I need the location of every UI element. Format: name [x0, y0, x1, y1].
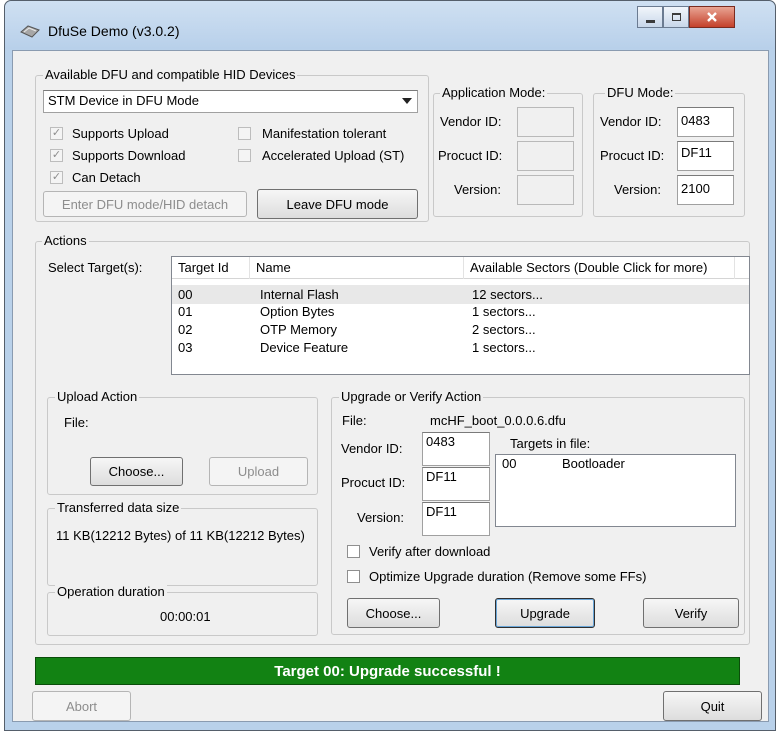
supports-download-label: Supports Download: [72, 148, 186, 163]
actions-group-label: Actions: [42, 233, 89, 248]
target-sectors-cell: 1 sectors...: [472, 304, 536, 319]
app-vendor-label: Vendor ID:: [440, 114, 502, 129]
dfu-version-field[interactable]: 2100: [677, 175, 734, 205]
close-button[interactable]: [689, 6, 735, 28]
app-version-field[interactable]: [517, 175, 574, 205]
target-sectors-cell: 2 sectors...: [472, 322, 536, 337]
can-detach-checkbox[interactable]: ✓: [50, 171, 63, 184]
upgrade-version-field[interactable]: DF11: [422, 502, 490, 536]
upgrade-file-name: mcHF_boot_0.0.0.6.dfu: [430, 413, 566, 428]
upgrade-file-label: File:: [342, 413, 367, 428]
quit-button[interactable]: Quit: [663, 691, 762, 721]
upload-choose-button[interactable]: Choose...: [90, 457, 183, 486]
select-target-label: Select Target(s):: [48, 260, 143, 275]
column-header-name[interactable]: Name: [250, 257, 464, 279]
manifestation-tolerant-label: Manifestation tolerant: [262, 126, 387, 141]
targets-in-file-list[interactable]: 00 Bootloader: [495, 454, 736, 527]
supports-download-checkbox[interactable]: ✓: [50, 149, 63, 162]
file-target-name: Bootloader: [562, 456, 625, 471]
target-sectors-cell: 1 sectors...: [472, 340, 536, 355]
file-target-id: 00: [502, 456, 517, 471]
dfu-vendor-field[interactable]: 0483: [677, 107, 734, 137]
target-id-cell: 02: [178, 322, 193, 337]
verify-after-download-label: Verify after download: [369, 544, 491, 559]
target-name-cell: OTP Memory: [260, 322, 338, 337]
upgrade-vendor-label: Vendor ID:: [341, 441, 403, 456]
devices-group-label: Available DFU and compatible HID Devices: [43, 67, 298, 82]
transferred-group: [47, 508, 318, 586]
minimize-icon: [646, 20, 655, 23]
list-item[interactable]: 00 Bootloader: [496, 455, 735, 472]
targets-in-file-label: Targets in file:: [510, 436, 591, 451]
app-product-label: Procuct ID:: [438, 148, 503, 163]
upload-file-label: File:: [64, 415, 89, 430]
upgrade-action-label: Upgrade or Verify Action: [339, 389, 484, 404]
duration-value: 00:00:01: [160, 609, 211, 624]
supports-upload-checkbox[interactable]: ✓: [50, 127, 63, 140]
leave-dfu-button[interactable]: Leave DFU mode: [257, 189, 418, 219]
dfu-product-field[interactable]: DF11: [677, 141, 734, 171]
dfu-version-label: Version:: [614, 182, 661, 197]
dfu-product-label: Procuct ID:: [600, 148, 665, 163]
chevron-down-icon: [402, 98, 412, 104]
device-select[interactable]: STM Device in DFU Mode: [43, 90, 418, 113]
column-header-sectors[interactable]: Available Sectors (Double Click for more…: [464, 257, 735, 279]
application-mode-label: Application Mode:: [440, 85, 548, 100]
upgrade-product-label: Procuct ID:: [341, 475, 406, 490]
upgrade-vendor-field[interactable]: 0483: [422, 432, 490, 466]
manifestation-tolerant-checkbox[interactable]: [238, 127, 251, 140]
upgrade-choose-button[interactable]: Choose...: [347, 598, 440, 628]
target-name-cell: Option Bytes: [260, 304, 335, 319]
app-version-label: Version:: [454, 182, 501, 197]
window-title: DfuSe Demo (v3.0.2): [48, 23, 180, 39]
verify-button[interactable]: Verify: [643, 598, 739, 628]
upload-action-label: Upload Action: [55, 389, 140, 404]
targets-list-header: Target Id Name Available Sectors (Double…: [172, 257, 749, 279]
upgrade-button[interactable]: Upgrade: [495, 598, 595, 628]
duration-group-label: Operation duration: [55, 584, 167, 599]
accelerated-upload-checkbox[interactable]: [238, 149, 251, 162]
device-select-value: STM Device in DFU Mode: [48, 93, 199, 108]
optimize-upgrade-checkbox[interactable]: [347, 570, 360, 583]
upgrade-product-field[interactable]: DF11: [422, 467, 490, 501]
dfu-vendor-label: Vendor ID:: [600, 114, 662, 129]
app-vendor-field[interactable]: [517, 107, 574, 137]
minimize-button[interactable]: [637, 6, 663, 28]
enter-dfu-button[interactable]: Enter DFU mode/HID detach: [43, 191, 247, 217]
targets-list[interactable]: Target Id Name Available Sectors (Double…: [171, 256, 750, 375]
transferred-group-label: Transferred data size: [55, 500, 182, 515]
app-icon: [20, 25, 40, 38]
maximize-icon: [672, 13, 681, 21]
transferred-text: 11 KB(12212 Bytes) of 11 KB(12212 Bytes): [56, 528, 305, 543]
supports-upload-label: Supports Upload: [72, 126, 169, 141]
upload-button[interactable]: Upload: [209, 457, 308, 486]
target-id-cell: 03: [178, 340, 193, 355]
can-detach-label: Can Detach: [72, 170, 141, 185]
upgrade-version-label: Version:: [357, 510, 404, 525]
app-product-field[interactable]: [517, 141, 574, 171]
target-id-cell: 01: [178, 304, 193, 319]
verify-after-download-checkbox[interactable]: [347, 545, 360, 558]
table-row[interactable]: 02 OTP Memory 2 sectors...: [172, 320, 749, 339]
maximize-button[interactable]: [663, 6, 689, 28]
table-row[interactable]: 03 Device Feature 1 sectors...: [172, 338, 749, 357]
column-header-target-id[interactable]: Target Id: [172, 257, 250, 279]
dfu-mode-label: DFU Mode:: [605, 85, 676, 100]
abort-button[interactable]: Abort: [32, 691, 131, 721]
status-bar: Target 00: Upgrade successful !: [35, 657, 740, 685]
close-icon: [707, 12, 717, 22]
optimize-upgrade-label: Optimize Upgrade duration (Remove some F…: [369, 569, 647, 584]
target-name-cell: Device Feature: [260, 340, 349, 355]
table-row[interactable]: 01 Option Bytes 1 sectors...: [172, 302, 749, 321]
accelerated-upload-label: Accelerated Upload (ST): [262, 148, 405, 163]
